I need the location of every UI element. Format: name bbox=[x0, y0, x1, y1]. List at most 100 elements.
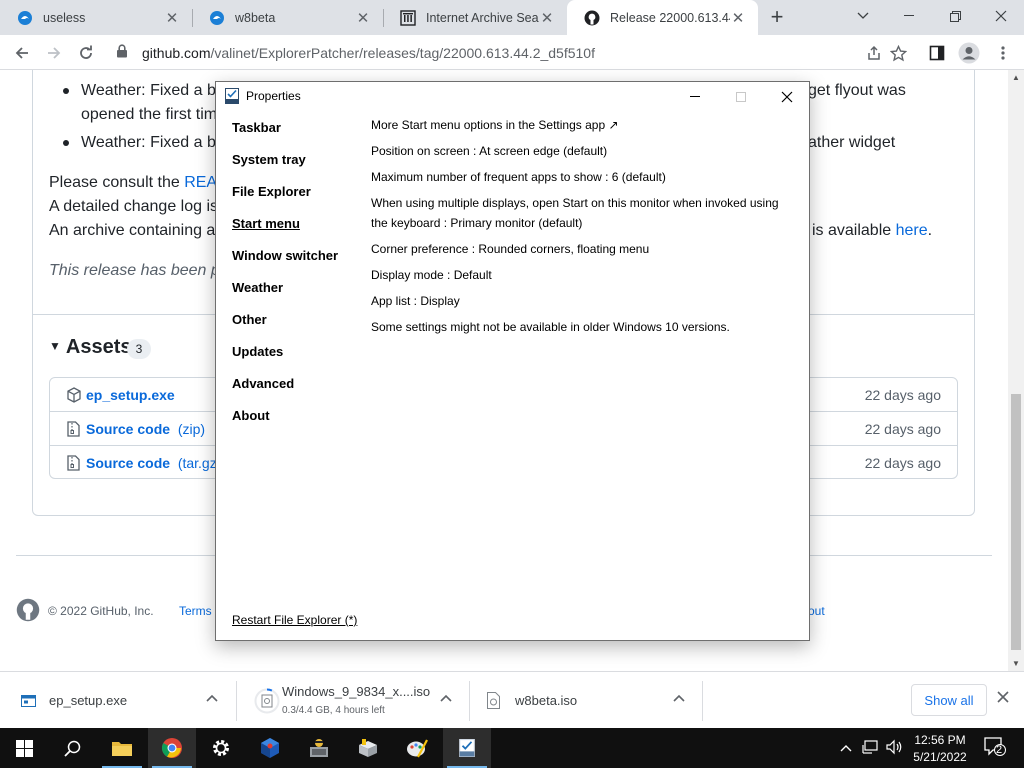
notifications-button[interactable] bbox=[984, 737, 1006, 760]
close-icon[interactable] bbox=[997, 690, 1009, 708]
back-arrow-icon bbox=[15, 47, 28, 59]
close-icon[interactable]: ✕ bbox=[730, 10, 746, 27]
assets-heading[interactable]: ▼ Assets bbox=[49, 336, 132, 359]
setting-multiple-displays[interactable]: When using multiple displays, open Start… bbox=[371, 196, 779, 210]
nav-other[interactable]: Other bbox=[232, 312, 267, 327]
setting-frequent-apps[interactable]: Maximum number of frequent apps to show … bbox=[371, 170, 666, 184]
share-button[interactable] bbox=[861, 40, 887, 66]
close-icon[interactable]: ✕ bbox=[355, 10, 371, 27]
show-all-downloads-button[interactable]: Show all bbox=[911, 684, 987, 716]
bookmark-button[interactable] bbox=[885, 40, 911, 66]
start-button[interactable] bbox=[0, 728, 48, 768]
setting-corner-preference[interactable]: Corner preference : Rounded corners, flo… bbox=[371, 242, 649, 256]
download-item[interactable]: ep_setup.exe bbox=[0, 672, 236, 729]
tab-useless[interactable]: useless ✕ bbox=[0, 0, 192, 35]
dialog-minimize-button[interactable] bbox=[672, 82, 718, 111]
properties-taskbar-button[interactable] bbox=[443, 728, 491, 768]
minimize-button[interactable] bbox=[886, 0, 932, 32]
release-note-line: Weather: Fixed a bu bbox=[81, 82, 225, 99]
setting-position-on-screen[interactable]: Position on screen : At screen edge (def… bbox=[371, 144, 607, 158]
paint-taskbar-button[interactable] bbox=[393, 728, 441, 768]
close-icon bbox=[995, 10, 1007, 22]
nav-about[interactable]: About bbox=[232, 408, 270, 423]
volume-icon[interactable] bbox=[886, 739, 903, 758]
file-explorer-taskbar-button[interactable] bbox=[98, 728, 146, 768]
virtualbox-taskbar-button[interactable] bbox=[246, 728, 294, 768]
tab-github-release[interactable]: Release 22000.613.44.2 ✕ bbox=[567, 0, 758, 35]
download-shelf: ep_setup.exe Windows_9_9834_x....iso 0.3… bbox=[0, 671, 1024, 728]
scroll-up-icon[interactable]: ▲ bbox=[1012, 73, 1020, 82]
chrome-taskbar-button[interactable] bbox=[148, 728, 196, 768]
nav-updates[interactable]: Updates bbox=[232, 344, 283, 359]
search-button[interactable] bbox=[48, 728, 96, 768]
page-scrollbar[interactable]: ▲ ▼ bbox=[1008, 70, 1024, 671]
setting-app-list[interactable]: App list : Display bbox=[371, 294, 460, 308]
tab-w8beta[interactable]: w8beta ✕ bbox=[192, 0, 383, 35]
forward-button[interactable] bbox=[41, 40, 67, 66]
release-note-line: get flyout was bbox=[808, 82, 906, 99]
footer-terms-link[interactable]: Terms bbox=[179, 604, 212, 618]
file-explorer-icon bbox=[112, 742, 132, 756]
side-panel-button[interactable] bbox=[924, 40, 950, 66]
close-icon[interactable]: ✕ bbox=[164, 10, 180, 27]
setting-display-mode[interactable]: Display mode : Default bbox=[371, 268, 492, 282]
list-bullet bbox=[63, 88, 69, 94]
scrollbar-thumb[interactable] bbox=[1011, 394, 1021, 650]
triangle-down-icon: ▼ bbox=[49, 339, 61, 353]
nav-window-switcher[interactable]: Window switcher bbox=[232, 248, 338, 263]
chevron-up-icon[interactable] bbox=[840, 740, 852, 755]
taskbar-clock-date[interactable]: 5/21/2022 bbox=[912, 750, 968, 764]
nav-start-menu[interactable]: Start menu bbox=[232, 216, 300, 231]
nav-weather[interactable]: Weather bbox=[232, 280, 283, 295]
setting-multiple-displays-value[interactable]: the keyboard : Primary monitor (default) bbox=[371, 216, 582, 230]
restore-button[interactable] bbox=[932, 0, 978, 32]
new-tab-button[interactable]: + bbox=[764, 4, 790, 30]
nav-advanced[interactable]: Advanced bbox=[232, 376, 294, 391]
asset-link[interactable]: ep_setup.exe bbox=[86, 387, 175, 403]
chevron-up-icon[interactable] bbox=[440, 690, 452, 705]
exe-file-icon bbox=[21, 692, 36, 709]
nav-file-explorer[interactable]: File Explorer bbox=[232, 184, 311, 199]
nav-taskbar[interactable]: Taskbar bbox=[232, 120, 281, 135]
installer-taskbar-button[interactable] bbox=[344, 728, 392, 768]
setup-taskbar-button[interactable] bbox=[295, 728, 343, 768]
dialog-title: Properties bbox=[246, 89, 301, 103]
tab-title: useless bbox=[43, 10, 86, 25]
here-link[interactable]: here bbox=[896, 222, 928, 239]
chevron-down-icon bbox=[857, 12, 869, 19]
address-bar[interactable]: github.com/valinet/ExplorerPatcher/relea… bbox=[110, 39, 955, 66]
network-icon[interactable] bbox=[862, 739, 878, 758]
scroll-down-icon[interactable]: ▼ bbox=[1012, 659, 1020, 668]
taskbar-clock-time[interactable]: 12:56 PM bbox=[912, 733, 968, 747]
asset-link[interactable]: Source code (tar.gz) bbox=[86, 455, 221, 471]
settings-taskbar-button[interactable] bbox=[197, 728, 245, 768]
published-line: This release has been pu bbox=[49, 262, 229, 279]
properties-app-icon bbox=[225, 88, 239, 104]
edge-icon bbox=[209, 10, 225, 26]
github-logo-icon[interactable] bbox=[16, 598, 40, 627]
forward-arrow-icon bbox=[48, 47, 61, 59]
more-vert-icon bbox=[1001, 46, 1005, 60]
download-item[interactable]: w8beta.iso bbox=[470, 672, 702, 729]
nav-system-tray[interactable]: System tray bbox=[232, 152, 306, 167]
tab-internet-archive[interactable]: Internet Archive Search ✕ bbox=[383, 0, 567, 35]
menu-button[interactable] bbox=[990, 40, 1016, 66]
download-item[interactable]: Windows_9_9834_x....iso 0.3/4.4 GB, 4 ho… bbox=[237, 672, 469, 729]
close-window-button[interactable] bbox=[978, 0, 1024, 32]
profile-button[interactable] bbox=[956, 40, 982, 66]
dialog-close-button[interactable] bbox=[764, 82, 810, 111]
asset-link[interactable]: Source code (zip) bbox=[86, 421, 205, 437]
restart-explorer-link[interactable]: Restart File Explorer (*) bbox=[232, 613, 357, 627]
tab-search-button[interactable] bbox=[840, 0, 886, 32]
reload-button[interactable] bbox=[73, 40, 99, 66]
close-icon[interactable]: ✕ bbox=[539, 10, 555, 27]
chevron-up-icon[interactable] bbox=[673, 690, 685, 705]
chevron-up-icon[interactable] bbox=[206, 690, 218, 705]
asset-date: 22 days ago bbox=[864, 421, 941, 437]
footer-about-link[interactable]: out bbox=[808, 604, 825, 618]
settings-app-link[interactable]: More Start menu options in the Settings … bbox=[371, 118, 619, 132]
back-button[interactable] bbox=[9, 40, 35, 66]
side-panel-icon bbox=[929, 45, 945, 61]
lock-icon bbox=[116, 44, 128, 63]
tab-title: Release 22000.613.44.2 bbox=[610, 10, 730, 25]
